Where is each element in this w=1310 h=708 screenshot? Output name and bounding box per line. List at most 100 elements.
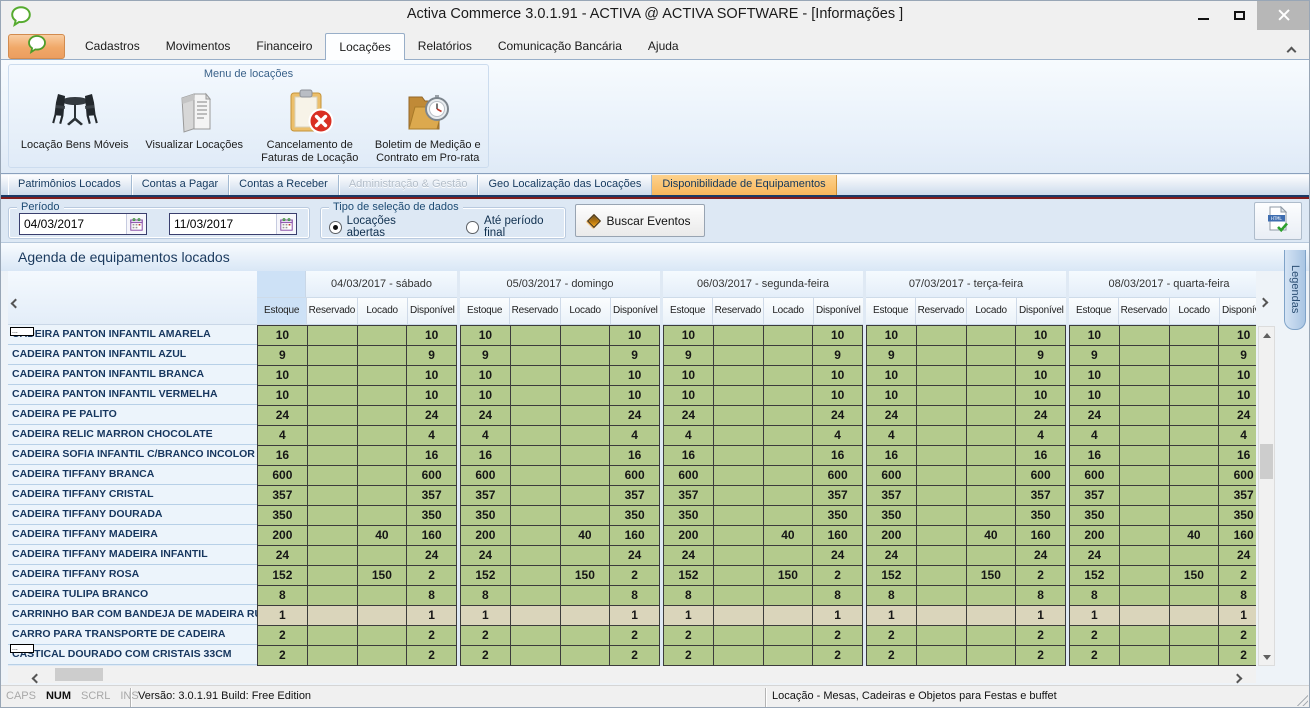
grid-cell[interactable]: 9 [1070,346,1120,366]
grid-cell[interactable]: 2 [1219,646,1256,666]
grid-cell[interactable] [358,606,408,626]
grid-cell[interactable]: 10 [461,386,511,406]
grid-cell[interactable] [764,466,814,486]
grid-cell[interactable]: 8 [258,586,308,606]
grid-cell[interactable]: 16 [867,446,917,466]
grid-cell[interactable]: 1 [1219,606,1256,626]
grid-cell[interactable] [358,506,408,526]
grid-cell[interactable] [764,446,814,466]
grid-cell[interactable]: 8 [1219,586,1256,606]
grid-cell[interactable]: 24 [664,406,714,426]
grid-cell[interactable] [714,586,764,606]
grid-cell[interactable] [511,526,561,546]
grid-cell[interactable]: 160 [610,526,660,546]
grid-cell[interactable]: 2 [1070,646,1120,666]
grid-cell[interactable] [917,406,967,426]
grid-cell[interactable]: 350 [461,506,511,526]
grid-cell[interactable]: 2 [867,646,917,666]
grid-cell[interactable]: 2 [1016,566,1066,586]
grid-cell[interactable]: 10 [664,366,714,386]
grid-cell[interactable] [308,466,358,486]
grid-cell[interactable] [1120,586,1170,606]
grid-cell[interactable]: 350 [813,506,863,526]
subtab-contas-a-receber[interactable]: Contas a Receber [229,175,339,195]
grid-cell[interactable]: 600 [1070,466,1120,486]
grid-cell[interactable] [308,546,358,566]
grid-cell[interactable] [561,586,611,606]
equipment-row-name[interactable]: CADEIRA PANTON INFANTIL VERMELHA [8,385,257,405]
grid-cell[interactable] [1170,586,1220,606]
grid-cell[interactable] [714,346,764,366]
grid-cell[interactable]: 2 [813,566,863,586]
grid-cell[interactable] [511,386,561,406]
grid-cell[interactable] [967,586,1017,606]
equipment-row-name[interactable]: CADEIRA TIFFANY MADEIRA INFANTIL [8,545,257,565]
grid-cell[interactable]: 2 [813,646,863,666]
grid-cell[interactable]: 9 [1219,346,1256,366]
grid-cell[interactable]: 16 [1070,446,1120,466]
grid-cell[interactable]: 24 [1070,546,1120,566]
grid-cell[interactable] [764,606,814,626]
grid-cell[interactable] [1170,486,1220,506]
grid-cell[interactable]: 24 [1070,406,1120,426]
grid-cell[interactable] [764,486,814,506]
grid-cell[interactable] [561,346,611,366]
grid-cell[interactable] [358,486,408,506]
grid-cell[interactable]: 10 [1070,366,1120,386]
equipment-row-name[interactable]: CADEIRA TIFFANY CRISTAL [8,485,257,505]
grid-cell[interactable] [561,506,611,526]
grid-cell[interactable] [917,606,967,626]
grid-cell[interactable]: 10 [258,366,308,386]
grid-cell[interactable] [917,326,967,346]
grid-cell[interactable]: 2 [664,646,714,666]
grid-cell[interactable]: 160 [1219,526,1256,546]
grid-cell[interactable]: 1 [610,606,660,626]
grid-cell[interactable] [1170,406,1220,426]
grid-cell[interactable]: 10 [664,326,714,346]
resize-grip-icon[interactable] [1295,693,1308,706]
grid-cell[interactable] [714,506,764,526]
grid-cell[interactable]: 10 [407,326,457,346]
grid-cell[interactable] [917,366,967,386]
date-to-field[interactable] [169,213,297,235]
grid-cell[interactable] [764,506,814,526]
grid-cell[interactable]: 9 [461,346,511,366]
date-to-input[interactable] [170,214,276,234]
grid-cell[interactable]: 150 [1170,566,1220,586]
grid-cell[interactable]: 24 [461,546,511,566]
grid-cell[interactable] [1170,506,1220,526]
grid-cell[interactable] [1170,546,1220,566]
grid-cell[interactable]: 4 [258,426,308,446]
grid-cell[interactable]: 10 [867,386,917,406]
menu-tab-locacoes[interactable]: Locações [325,33,404,60]
equipment-row-name[interactable]: CADEIRA PANTON INFANTIL AMARELA [8,325,257,345]
menu-tab-comunicacao-bancaria[interactable]: Comunicação Bancária [485,33,635,59]
grid-cell[interactable]: 357 [664,486,714,506]
grid-cell[interactable] [358,406,408,426]
grid-cell[interactable] [358,346,408,366]
grid-cell[interactable] [561,326,611,346]
grid-cell[interactable]: 24 [610,406,660,426]
grid-cell[interactable] [1120,526,1170,546]
grid-cell[interactable]: 1 [258,606,308,626]
grid-cell[interactable] [358,586,408,606]
grid-cell[interactable] [967,466,1017,486]
equipment-row-name[interactable]: CADEIRA TIFFANY ROSA [8,565,257,585]
radio-ate-periodo-final[interactable]: Até período final [466,215,565,239]
grid-cell[interactable] [714,646,764,666]
grid-cell[interactable]: 2 [258,646,308,666]
grid-cell[interactable] [714,526,764,546]
grid-cell[interactable] [967,426,1017,446]
grid-cell[interactable]: 2 [867,626,917,646]
grid-cell[interactable] [714,466,764,486]
grid-cell[interactable]: 16 [1219,446,1256,466]
grid-cell[interactable]: 4 [461,426,511,446]
horizontal-scroll-thumb[interactable] [55,668,103,681]
grid-cell[interactable] [917,566,967,586]
grid-cell[interactable]: 2 [664,626,714,646]
grid-cell[interactable]: 2 [461,626,511,646]
grid-cell[interactable] [1170,366,1220,386]
grid-cell[interactable] [561,546,611,566]
grid-cell[interactable]: 4 [1016,426,1066,446]
close-button[interactable] [1257,0,1310,30]
